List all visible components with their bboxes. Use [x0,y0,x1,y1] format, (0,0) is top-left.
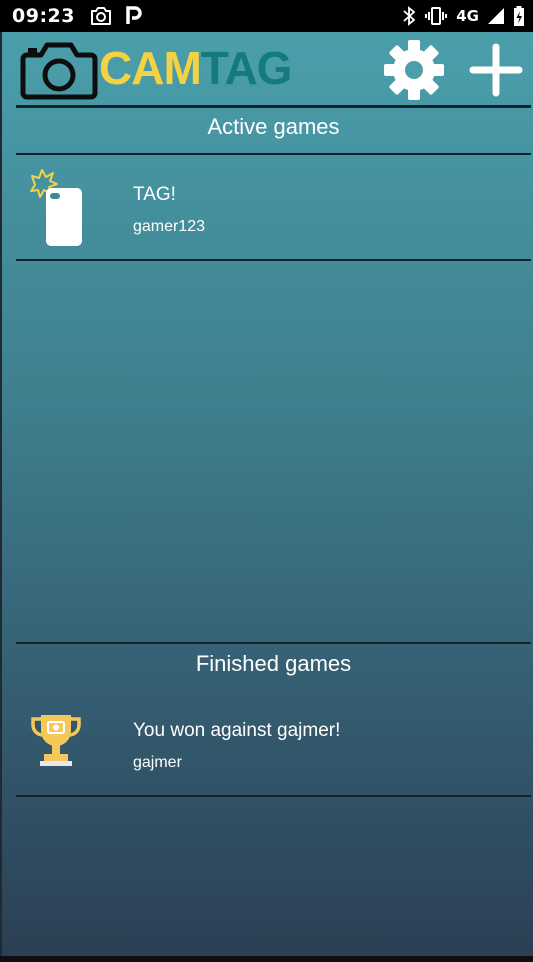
header-divider [16,105,531,108]
camera-icon [90,7,111,25]
vibrate-icon [425,7,448,25]
signal-icon [488,8,504,24]
gear-icon [384,40,444,100]
phone-flash-icon [30,169,82,246]
plus-icon [469,43,523,97]
app-header: CAMTAG [2,32,533,108]
add-game-button[interactable] [468,42,524,98]
status-bar: 09:23 4G [0,0,533,32]
game-player: gamer123 [133,218,206,235]
settings-button[interactable] [382,38,446,102]
app-logo: CAMTAG [99,40,293,96]
game-title: TAG! [133,184,176,205]
camera-logo-icon [20,42,98,100]
parking-icon [126,6,142,24]
game-player: gajmer [133,754,182,771]
finished-game-item[interactable]: You won against gajmer! gajmer [16,694,531,798]
finished-list-divider [16,795,531,797]
status-left-icons [89,6,143,26]
finished-games-heading: Finished games [195,651,352,676]
active-list-divider [16,259,531,261]
network-label: 4G [456,7,479,25]
logo-cam-text: CAM [99,42,202,94]
bottom-edge [0,956,533,962]
active-game-item[interactable]: TAG! gamer123 [16,156,531,260]
game-title: You won against gajmer! [133,720,341,741]
active-games-heading: Active games [207,114,340,139]
app-screen: CAMTAG Active games TAG! gamer123 Finish… [0,32,533,956]
status-right: 4G [402,5,525,27]
bluetooth-icon [403,6,416,26]
battery-charging-icon [514,6,524,26]
active-heading-divider [16,153,531,155]
status-time: 09:23 [12,5,75,27]
logo-tag-text: TAG [200,42,293,94]
trophy-icon [31,715,81,766]
finished-top-divider [16,642,531,644]
